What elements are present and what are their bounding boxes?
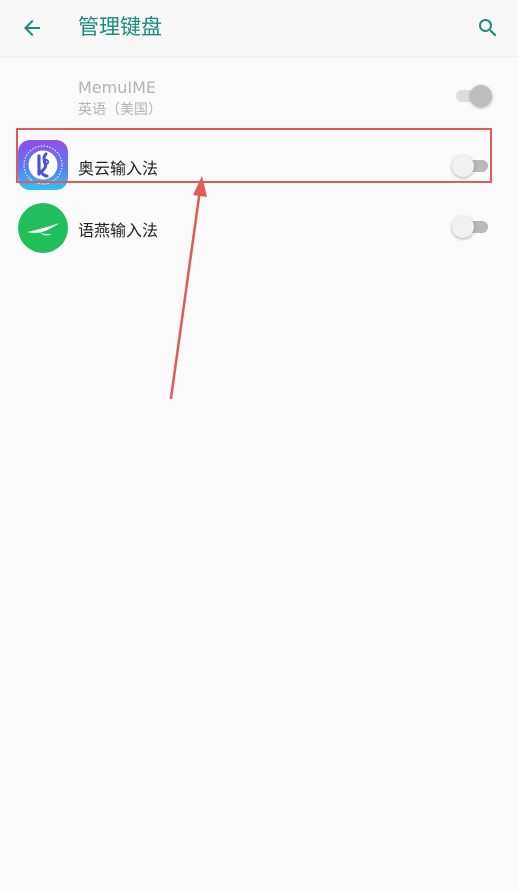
search-button[interactable] (470, 10, 506, 46)
keyboard-language: 英语（美国） (78, 102, 162, 118)
keyboard-row-aoyun[interactable]: 奥云输入法 (0, 136, 518, 194)
keyboard-name: 语燕输入法 (78, 221, 159, 240)
toggle-thumb (452, 155, 474, 177)
arrow-left-icon (24, 20, 40, 36)
toggle-thumb (452, 216, 474, 238)
yuyan-app-icon (18, 203, 68, 253)
keyboard-toggle-yuyan[interactable] (452, 216, 490, 238)
keyboard-name: 奥云输入法 (78, 159, 159, 178)
aoyun-app-icon (18, 140, 68, 190)
annotation-arrow (169, 176, 207, 400)
toggle-thumb (470, 85, 492, 107)
search-icon (479, 19, 497, 37)
app-bar: 管理键盘 (0, 0, 518, 56)
keyboard-name: MemuIME (78, 78, 157, 97)
keyboard-row-memuime: MemuIME 英语（美国） (0, 68, 518, 124)
keyboard-row-yuyan[interactable]: 语燕输入法 (0, 200, 518, 256)
page-title: 管理键盘 (78, 15, 162, 39)
keyboard-toggle-aoyun[interactable] (452, 155, 490, 177)
keyboard-toggle-memuime[interactable] (454, 85, 492, 107)
back-button[interactable] (14, 10, 50, 46)
